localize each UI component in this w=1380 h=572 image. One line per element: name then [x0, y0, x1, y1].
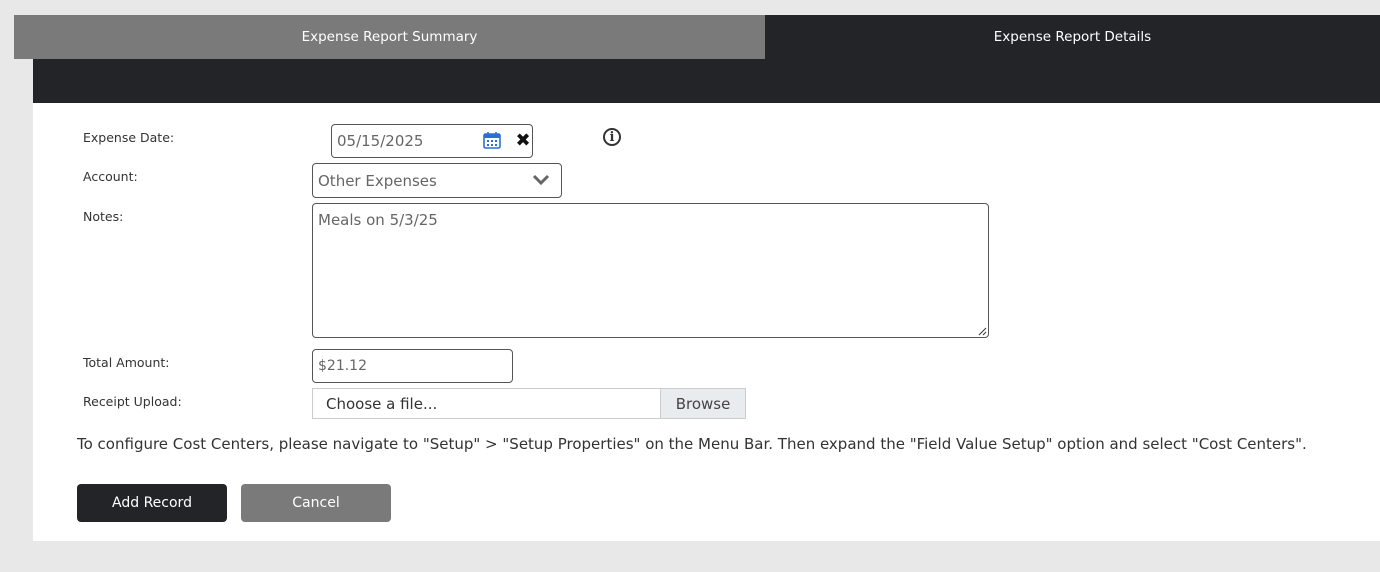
notes-label: Notes: — [83, 209, 124, 224]
info-icon[interactable]: i — [603, 128, 621, 146]
browse-button[interactable]: Browse — [660, 389, 745, 418]
account-value: Other Expenses — [318, 171, 437, 190]
clear-icon[interactable]: ✖ — [514, 131, 532, 151]
cost-center-instructions: To configure Cost Centers, please naviga… — [77, 435, 1307, 453]
receipt-upload-label: Receipt Upload: — [83, 394, 182, 409]
calendar-icon[interactable] — [483, 131, 501, 149]
resize-handle-icon[interactable] — [977, 326, 987, 336]
total-amount-label: Total Amount: — [83, 355, 170, 370]
tab-bar: Expense Report Summary Expense Report De… — [14, 15, 1380, 59]
expense-date-label: Expense Date: — [83, 130, 175, 145]
total-amount-value: $21.12 — [318, 358, 367, 374]
notes-value: Meals on 5/3/25 — [318, 211, 438, 229]
header-band — [33, 59, 1380, 103]
cancel-button[interactable]: Cancel — [241, 484, 391, 522]
notes-textarea[interactable]: Meals on 5/3/25 — [312, 203, 989, 338]
expense-date-value: 05/15/2025 — [337, 132, 424, 150]
account-label: Account: — [83, 169, 138, 184]
tab-expense-report-details[interactable]: Expense Report Details — [765, 15, 1380, 59]
add-record-button[interactable]: Add Record — [77, 484, 227, 522]
chevron-down-icon[interactable] — [531, 172, 551, 188]
tab-expense-report-summary[interactable]: Expense Report Summary — [14, 15, 765, 59]
file-placeholder: Choose a file... — [326, 394, 438, 413]
expense-date-input[interactable]: 05/15/2025 — [331, 124, 533, 158]
account-select[interactable]: Other Expenses — [312, 163, 562, 198]
total-amount-input[interactable]: $21.12 — [312, 349, 513, 383]
receipt-file-input[interactable]: Choose a file... Browse — [312, 388, 746, 419]
